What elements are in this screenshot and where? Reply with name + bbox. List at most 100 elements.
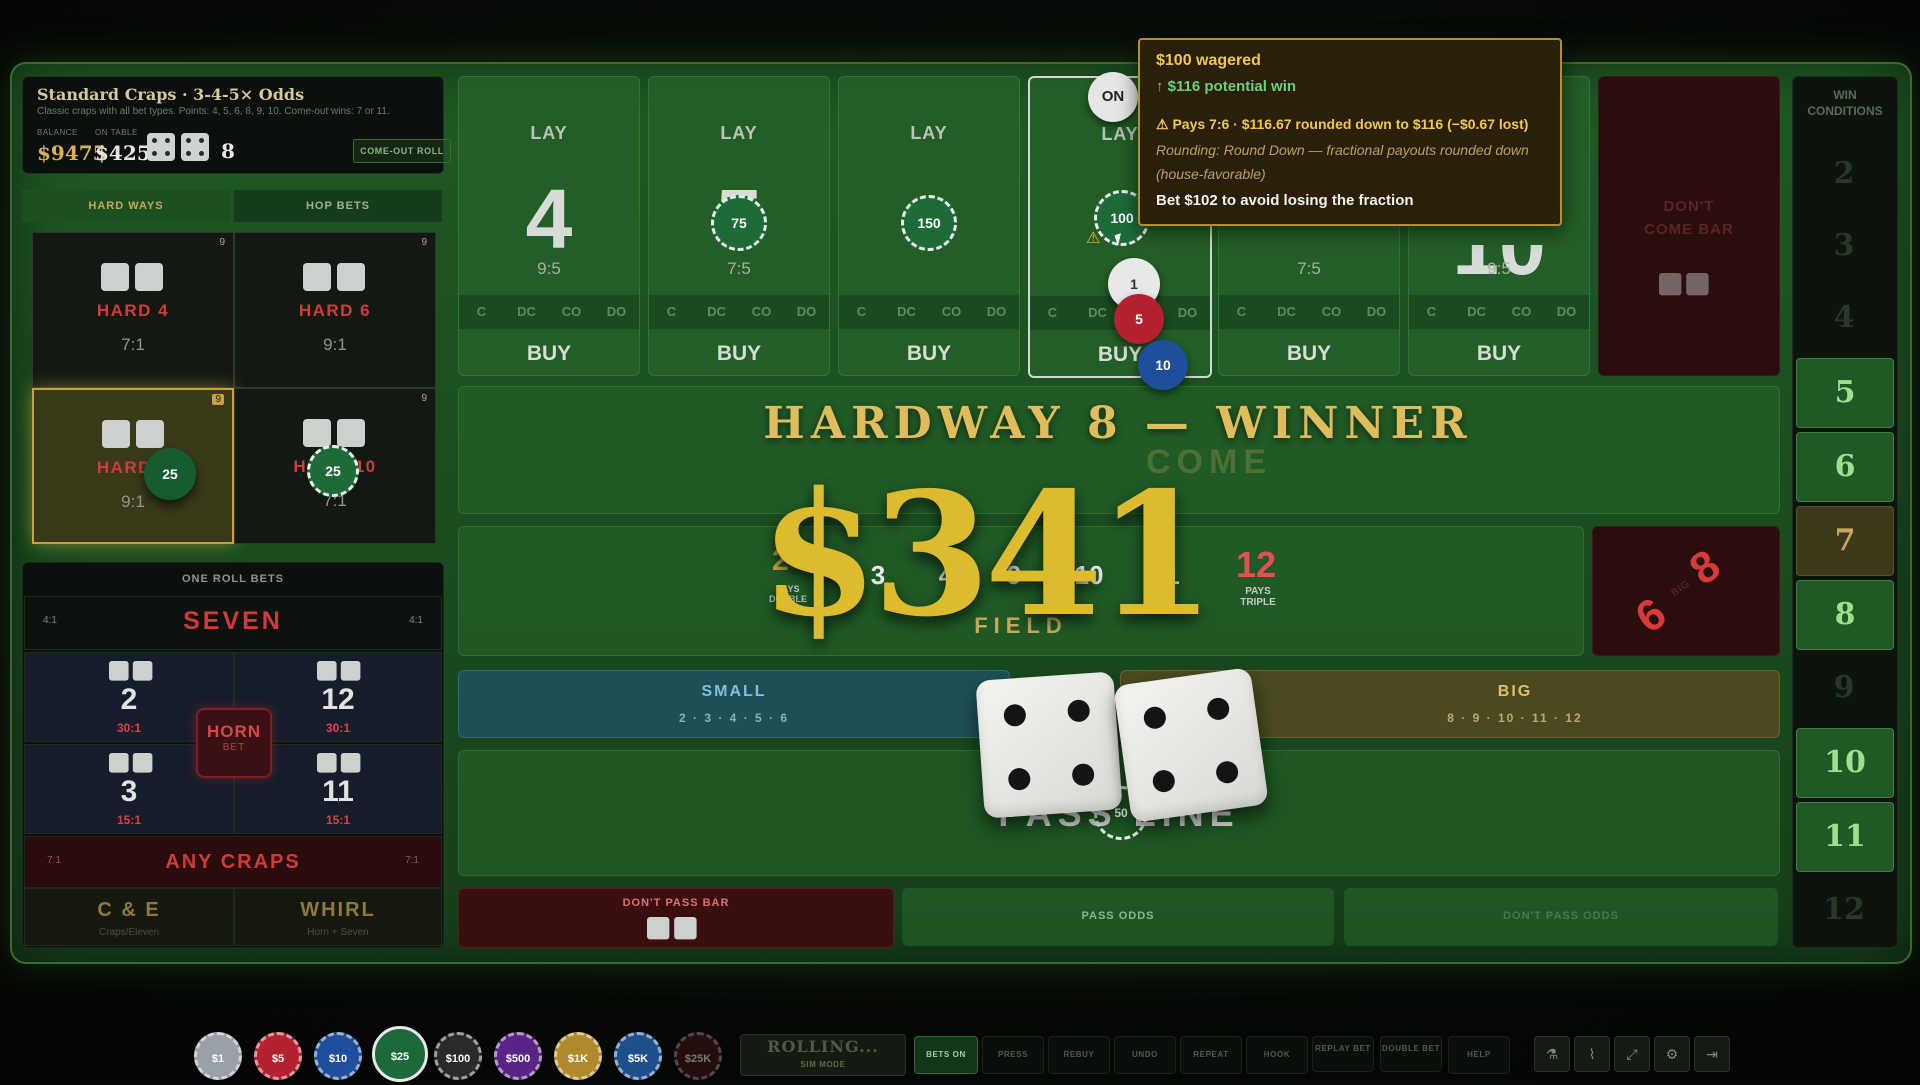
codo-co[interactable]: CO [929, 295, 974, 329]
codo-c[interactable]: C [1030, 296, 1075, 330]
buy-button[interactable]: BUY [459, 333, 639, 375]
bet-number: 3 [120, 775, 138, 808]
field-twelve: 12 [1236, 544, 1277, 585]
codo-do[interactable]: DO [1354, 295, 1399, 329]
bet-seven[interactable]: 4:1 SEVEN 4:1 [24, 596, 442, 650]
chip-10[interactable]: $10 [314, 1032, 362, 1080]
chip-100[interactable]: $100 [434, 1032, 482, 1080]
tab-hop-bets[interactable]: HOP BETS [234, 190, 442, 222]
whirl-label: WHIRL [300, 899, 376, 921]
codo-co[interactable]: CO [739, 295, 784, 329]
codo-do[interactable]: DO [1544, 295, 1589, 329]
dice-pair-icon [317, 661, 362, 681]
roll-button[interactable]: ROLLING... SIM MODE [740, 1034, 906, 1076]
codo-c[interactable]: C [459, 295, 504, 329]
help-button[interactable]: HELP [1448, 1036, 1510, 1074]
exit-icon[interactable]: ⇥ [1694, 1036, 1730, 1072]
chip-1k[interactable]: $1K [554, 1032, 602, 1080]
chip-1[interactable]: $1 [194, 1032, 242, 1080]
bet-payout: 15:1 [116, 813, 142, 827]
horn-sub: BET [222, 742, 246, 753]
seven-odds-right: 4:1 [409, 615, 423, 626]
codo-dc[interactable]: DC [694, 295, 739, 329]
buy-button[interactable]: BUY [649, 333, 829, 375]
bet-c-and-e[interactable]: C & E Craps/Eleven [24, 888, 234, 946]
bet-chip[interactable]: 25 [307, 445, 359, 497]
double-bet-button[interactable]: DOUBLE BET [1380, 1036, 1442, 1072]
buy-button[interactable]: BUY [1219, 333, 1399, 375]
big-six: 6 [1626, 588, 1676, 643]
chip-500[interactable]: $500 [494, 1032, 542, 1080]
hardway-hard-8[interactable]: 9 HARD 8 9:1 25 [32, 388, 234, 544]
lay-label[interactable]: LAY [839, 123, 1019, 144]
chip-5k[interactable]: $5K [614, 1032, 662, 1080]
chip-5[interactable]: $5 [254, 1032, 302, 1080]
dont-come-bar[interactable]: DON'T COME BAR [1598, 76, 1780, 376]
chip-25k[interactable]: $25K [674, 1032, 722, 1080]
hardway-hard-4[interactable]: 9 HARD 4 7:1 [32, 232, 234, 388]
dont-pass-bar[interactable]: DON'T PASS BAR [458, 888, 894, 948]
big-6-8-bet[interactable]: 6 8 BIG [1592, 526, 1780, 656]
hook-button[interactable]: HOOK [1246, 1036, 1308, 1074]
codo-co[interactable]: CO [1499, 295, 1544, 329]
stacked-chip-5[interactable]: 5 [1114, 294, 1164, 344]
gear-icon[interactable]: ⚙ [1654, 1036, 1690, 1072]
dice-pair-icon [1659, 273, 1710, 296]
bet-chip[interactable]: 75 [711, 195, 767, 251]
bet-any-craps[interactable]: 7:1 ANY CRAPS 7:1 [24, 836, 442, 888]
codo-dc[interactable]: DC [884, 295, 929, 329]
horn-bet-button[interactable]: HORN BET [196, 708, 272, 778]
place-box-6[interactable]: LAY 150 C DC CO DO BUY [838, 76, 1020, 376]
codo-dc[interactable]: DC [1264, 295, 1309, 329]
place-box-4[interactable]: LAY 4 9:5 C DC CO DO BUY [458, 76, 640, 376]
codo-do[interactable]: DO [784, 295, 829, 329]
dice-pair-icon [303, 419, 367, 447]
on-table-value: $425 [95, 141, 151, 165]
codo-c[interactable]: C [1409, 295, 1454, 329]
chart-icon[interactable]: ⌇ [1574, 1036, 1610, 1072]
hardway-hard-6[interactable]: 9 HARD 6 9:1 [234, 232, 436, 388]
codo-c[interactable]: C [839, 295, 884, 329]
one-roll-title: ONE ROLL BETS [181, 573, 285, 585]
rebuy-button[interactable]: REBUY [1048, 1036, 1110, 1074]
codo-do[interactable]: DO [974, 295, 1019, 329]
codo-co[interactable]: CO [549, 295, 594, 329]
tab-hard-ways[interactable]: HARD WAYS [22, 190, 230, 222]
codo-c[interactable]: C [649, 295, 694, 329]
dont-pass-odds-bet[interactable]: DON'T PASS ODDS [1344, 888, 1778, 946]
codo-dc[interactable]: DC [1075, 296, 1120, 330]
game-title: Standard Craps · 3-4-5× Odds [37, 85, 305, 104]
bet-whirl[interactable]: WHIRL Horn + Seven [234, 888, 442, 946]
pass-odds-bet[interactable]: PASS ODDS [902, 888, 1334, 946]
replay-bet-button[interactable]: REPLAY BET [1312, 1036, 1374, 1072]
chip-25-selected[interactable]: $25 [372, 1026, 428, 1082]
bet-payout: 15:1 [325, 813, 351, 827]
press-button[interactable]: PRESS [982, 1036, 1044, 1074]
undo-button[interactable]: UNDO [1114, 1036, 1176, 1074]
expand-icon[interactable]: ⤢ [1614, 1036, 1650, 1072]
lay-label[interactable]: LAY [459, 123, 639, 144]
bets-on-toggle[interactable]: BETS ON [914, 1036, 978, 1074]
bet-chip[interactable]: 150 [901, 195, 957, 251]
flask-icon[interactable]: ⚗ [1534, 1036, 1570, 1072]
small-bet[interactable]: SMALL 2 · 3 · 4 · 5 · 6 [458, 670, 1010, 738]
stacked-chip-10[interactable]: 10 [1138, 340, 1188, 390]
hardway-hard-10[interactable]: 9 HARD 10 7:1 25 [234, 388, 436, 544]
lay-label[interactable]: LAY [649, 123, 829, 144]
buy-button[interactable]: BUY [1409, 333, 1589, 375]
bet-chip[interactable]: 25 [144, 448, 196, 500]
codo-do[interactable]: DO [594, 295, 639, 329]
codo-do[interactable]: DO [1165, 296, 1210, 330]
hardway-count: 9 [212, 394, 224, 405]
dice-pair-icon [647, 917, 698, 940]
codo-c[interactable]: C [1219, 295, 1264, 329]
buy-button[interactable]: BUY [839, 333, 1019, 375]
repeat-button[interactable]: REPEAT [1180, 1036, 1242, 1074]
codo-dc[interactable]: DC [504, 295, 549, 329]
any-craps-label: ANY CRAPS [165, 851, 301, 873]
codo-co[interactable]: CO [1309, 295, 1354, 329]
dont-come-label: DON'T COME BAR [1644, 198, 1734, 238]
place-box-5[interactable]: LAY 5 75 7:5 CDCCODO BUY [648, 76, 830, 376]
seven-label: SEVEN [183, 607, 283, 635]
codo-dc[interactable]: DC [1454, 295, 1499, 329]
